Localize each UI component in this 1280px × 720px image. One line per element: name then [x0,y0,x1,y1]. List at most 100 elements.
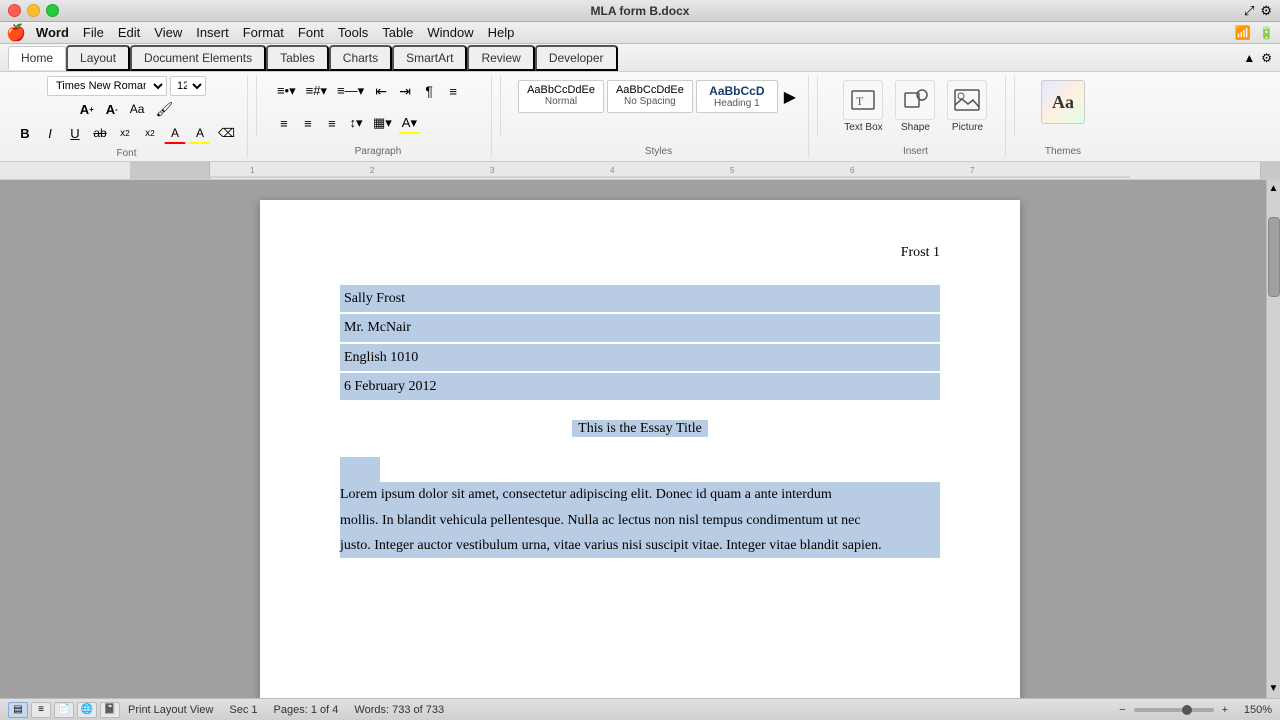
themes-icon-label: Aa [1052,92,1074,113]
body-line-2: mollis. In blandit vehicula pellentesque… [340,508,940,533]
font-family-select[interactable]: Times New Roman Arial Calibri [47,76,167,96]
tab-developer[interactable]: Developer [535,45,618,71]
font-color-button[interactable]: A [164,122,186,144]
menu-edit[interactable]: Edit [118,25,140,40]
app-name-menu[interactable]: Word [36,25,69,40]
document-page[interactable]: Frost 1 Sally Frost Mr. McNair English 1… [260,200,1020,698]
view-icons: ▤ ≡ 📄 🌐 📓 [8,702,120,718]
body-text[interactable]: Lorem ipsum dolor sit amet, consectetur … [340,457,940,558]
italic-button[interactable]: I [39,122,61,144]
show-formatting-button[interactable]: ¶ [418,80,440,102]
style-normal[interactable]: AaBbCcDdEe Normal [518,80,604,113]
ribbon-settings-icon[interactable]: ⚙ [1261,51,1272,65]
body-paragraph-2: mollis. In blandit vehicula pellentesque… [340,508,940,533]
menu-window[interactable]: Window [427,25,473,40]
tab-smartart[interactable]: SmartArt [392,45,467,71]
themes-button[interactable]: Aa [1041,80,1085,124]
scroll-down-button[interactable]: ▼ [1267,683,1280,694]
style-no-spacing[interactable]: AaBbCcDdEe No Spacing [607,80,693,113]
tab-tables[interactable]: Tables [266,45,329,71]
decrease-indent-button[interactable]: ⇤ [370,80,392,102]
menu-help[interactable]: Help [488,25,515,40]
tab-charts[interactable]: Charts [329,45,392,71]
change-case-button[interactable]: Aa [126,98,149,120]
highlight-button[interactable]: A [189,122,211,144]
font-shrink-button[interactable]: A- [101,98,123,120]
multilevel-button[interactable]: ≡—▾ [333,80,368,102]
tab-layout[interactable]: Layout [66,45,130,71]
paragraph-section-label: Paragraph [355,142,402,157]
text-box-label: Text Box [844,122,882,133]
styles-section: AaBbCcDdEe Normal AaBbCcDdEe No Spacing … [509,76,809,157]
wifi-icon: 📶 [1235,25,1251,41]
superscript-button[interactable]: x2 [114,122,136,144]
themes-section-label: Themes [1045,142,1081,157]
menu-font[interactable]: Font [298,25,324,40]
essay-title: This is the Essay Title [340,416,940,441]
vertical-scrollbar[interactable]: ▲ ▼ [1266,180,1280,698]
insert-section: T Text Box Shape [826,76,1006,157]
align-left-button[interactable]: ≡ [442,80,464,102]
tab-review[interactable]: Review [467,45,534,71]
line-spacing-button[interactable]: ↕▾ [345,112,367,134]
web-view-button[interactable]: 🌐 [77,702,97,718]
zoom-slider[interactable] [1134,708,1214,712]
svg-text:3: 3 [490,166,495,175]
menu-table[interactable]: Table [382,25,413,40]
styles-expand-button[interactable]: ▶ [781,80,799,113]
zoom-out-button[interactable]: − [1119,704,1125,716]
font-size-select[interactable]: 12 10 14 16 [170,76,206,96]
increase-indent-button[interactable]: ⇥ [394,80,416,102]
notebook-view-button[interactable]: 📓 [100,702,120,718]
shape-label: Shape [901,122,930,133]
tab-home[interactable]: Home [8,46,66,70]
ribbon-collapse-arrow[interactable]: ▲ [1243,51,1255,65]
apple-menu[interactable]: 🍎 [6,23,26,43]
menu-tools[interactable]: Tools [338,25,368,40]
font-grow-button[interactable]: A+ [76,98,98,120]
style-heading1[interactable]: AaBbCcD Heading 1 [696,80,778,113]
align-center-button[interactable]: ≡ [273,112,295,134]
shape-icon [895,80,935,120]
menu-insert[interactable]: Insert [196,25,229,40]
text-box-button[interactable]: T Text Box [841,80,885,133]
paint-format-button[interactable]: 🖌 [151,98,177,120]
header-text: Frost 1 [901,245,940,260]
close-button[interactable] [8,4,21,17]
numbering-button[interactable]: ≡#▾ [302,80,331,102]
underline-button[interactable]: U [64,122,86,144]
menu-file[interactable]: File [83,25,104,40]
scroll-up-button[interactable]: ▲ [1267,180,1280,197]
clear-format-button[interactable]: ⌫ [214,122,239,144]
bullets-button[interactable]: ≡•▾ [273,80,300,102]
borders-button[interactable]: ▦▾ [369,112,396,134]
subscript-button[interactable]: x2 [139,122,161,144]
ruler: 1 2 3 4 5 6 7 [0,162,1280,180]
menu-view[interactable]: View [154,25,182,40]
scrollbar-thumb[interactable] [1268,217,1280,297]
zoom-in-button[interactable]: + [1222,704,1228,716]
expand-icon[interactable]: ⤢ [1244,3,1254,19]
maximize-button[interactable] [46,4,59,17]
menu-format[interactable]: Format [243,25,284,40]
draft-view-button[interactable]: 📄 [54,702,74,718]
tab-document-elements[interactable]: Document Elements [130,45,266,71]
svg-text:T: T [856,94,864,108]
page-header: Frost 1 [340,240,940,265]
print-layout-view-button[interactable]: ▤ [8,702,28,718]
font-row-3: B I U ab x2 x2 A A ⌫ [14,122,239,144]
svg-text:7: 7 [970,166,975,175]
align-right-button[interactable]: ≡ [297,112,319,134]
picture-button[interactable]: Picture [945,80,989,133]
justify-button[interactable]: ≡ [321,112,343,134]
settings-icon[interactable]: ⚙ [1260,3,1272,19]
shading-button[interactable]: A▾ [398,112,421,134]
outline-view-button[interactable]: ≡ [31,702,51,718]
shape-button[interactable]: Shape [893,80,937,133]
author-name: Sally Frost [340,285,940,312]
bold-button[interactable]: B [14,122,36,144]
minimize-button[interactable] [27,4,40,17]
strikethrough-button[interactable]: ab [89,122,111,144]
picture-label: Picture [952,122,983,133]
title-bar: MLA form B.docx ⤢ ⚙ [0,0,1280,22]
